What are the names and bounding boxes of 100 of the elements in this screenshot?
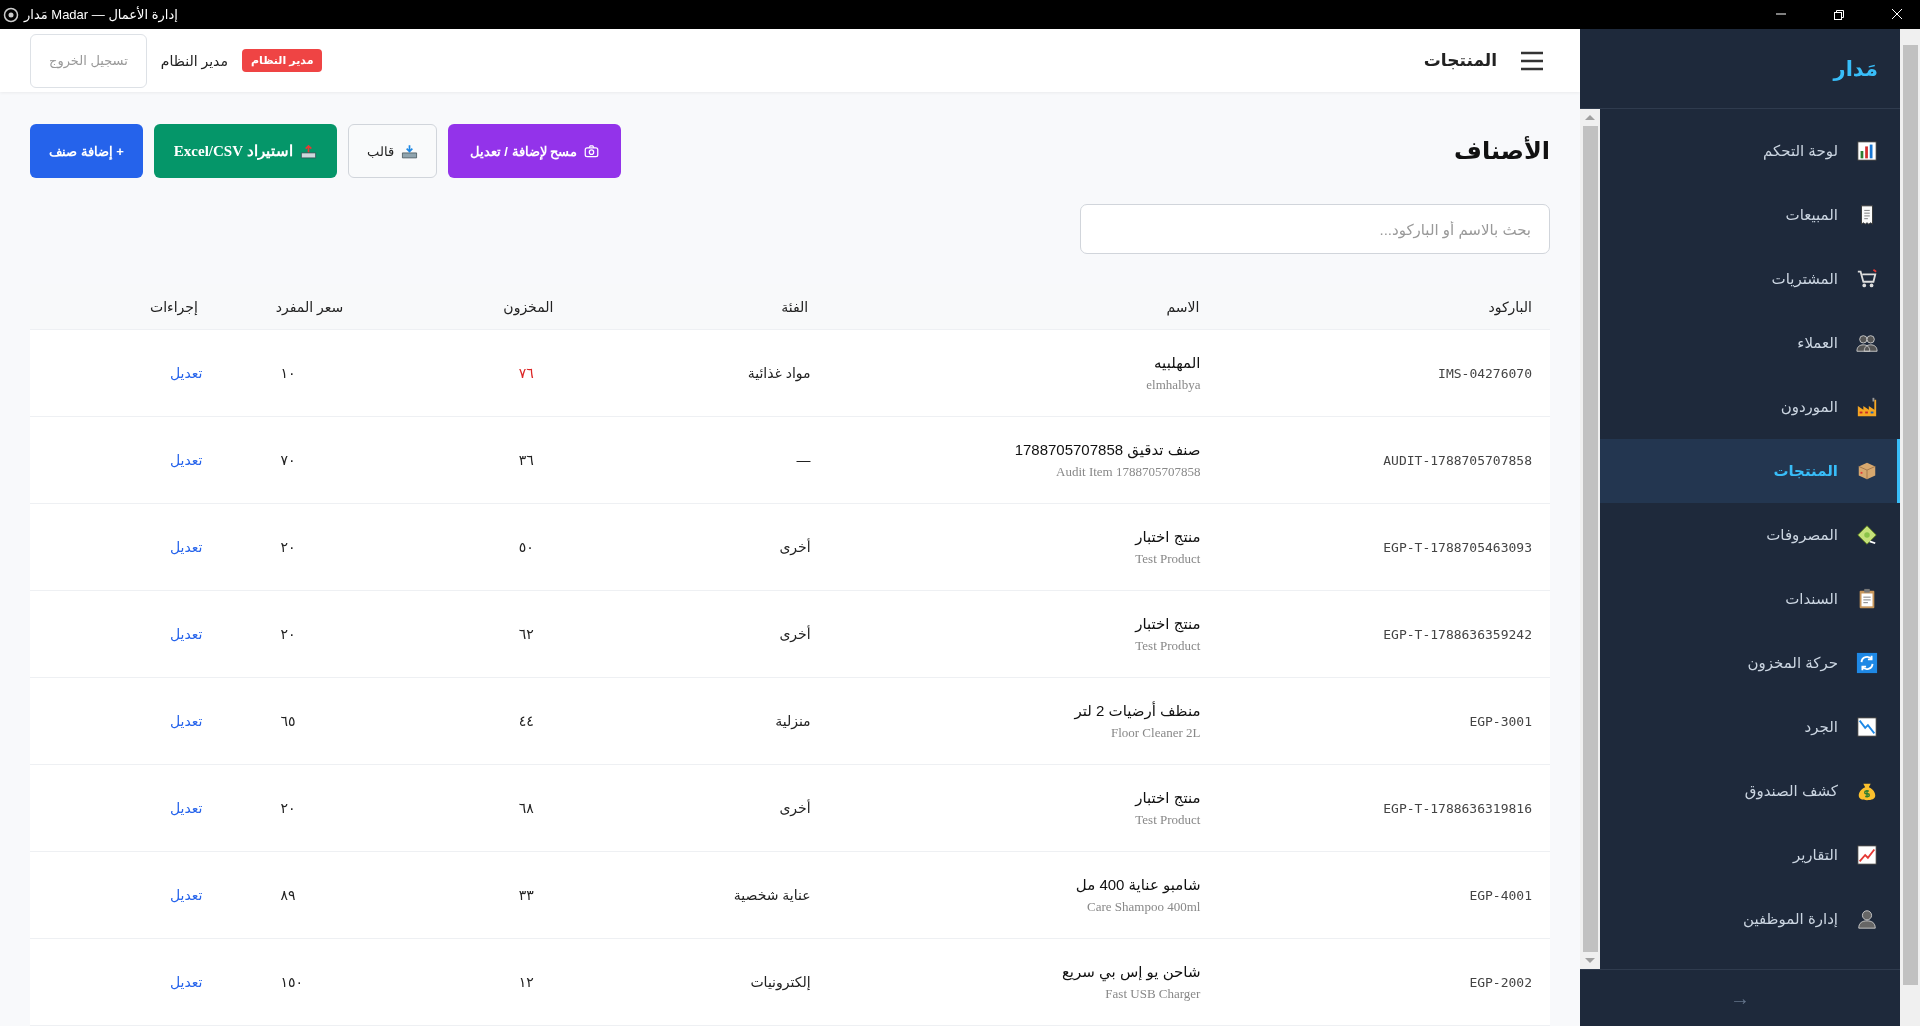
table-cell-text: ٦٥ [279,713,297,729]
table-cell-text: منزلية [774,713,812,729]
logout-button[interactable]: تسجيل الخروج [30,33,147,88]
scroll-up-arrow[interactable] [1585,115,1595,120]
tray-icon [299,142,317,160]
product-latin-name: Test Product [1134,637,1201,654]
template-button[interactable]: قالب [347,124,437,178]
cart-icon [1856,268,1878,290]
product-name: منتج اختبار [1133,614,1201,633]
scrollbar[interactable] [1900,29,1920,1026]
table-cell-text: ٢٠ [279,800,297,816]
table-cell-text: إلكترونيات [749,974,812,990]
window-title: مَدار Madar — إدارة الأعمال [24,7,178,22]
nav-item[interactable]: إدارة الموظفين [1600,887,1900,951]
nav-item[interactable]: المبيعات [1600,183,1900,247]
nav-item[interactable]: المنتجات [1600,439,1900,503]
edit-link[interactable]: تعديل [170,713,203,729]
camera-icon [584,143,600,159]
collapse-arrow[interactable]: → [1730,986,1750,1010]
nav-item[interactable]: العملاء [1600,311,1900,375]
product-name: شامبو عناية 400 مل [1074,875,1201,894]
nav-item[interactable]: الجرد [1600,695,1900,759]
column-header: المخزون [502,298,555,315]
people-icon [1856,332,1878,354]
bar-chart-icon [1856,140,1878,162]
user-name: مدير النظام [160,52,228,69]
menu-icon [1519,49,1545,72]
stock-value: ٦٢ [518,626,534,642]
nav-item[interactable]: السندات [1600,567,1900,631]
scan-button[interactable]: مسح لإضافة / تعديل [447,124,622,178]
page-title: المنتجات [1423,50,1497,71]
section-title: الأصناف [1454,137,1550,165]
app-icon [3,6,19,23]
product-name: منتج اختبار [1133,788,1201,807]
product-name: صنف تدقيق 1788705707858 [1013,440,1201,459]
nav-item[interactable]: لوحة التحكم [1600,119,1900,183]
edit-link[interactable]: تعديل [170,539,203,555]
table-cell-text: عناية شخصية [732,887,812,903]
role-badge: مدير النظام [241,49,323,72]
table-cell-text: — [795,452,812,468]
product-latin-name: Audit Item 1788705707858 [1055,463,1201,480]
scrollbar-thumb[interactable] [1902,45,1918,985]
table-cell-text: EGP-3001 [1468,713,1533,729]
person-icon [1856,908,1878,930]
stock-value: ٧٦ [518,365,534,381]
table-cell-text: أخرى [778,800,812,816]
app-logo: مَدار [1833,56,1878,81]
column-header: الاسم [1165,298,1201,315]
restore-icon [1833,9,1845,20]
nav-item[interactable]: المشتريات [1600,247,1900,311]
column-header: الباركود [1487,298,1533,315]
product-latin-name: Test Product [1134,550,1201,567]
nav-item[interactable]: التقارير [1600,823,1900,887]
stock-value: ٣٦ [518,452,534,468]
box-icon [1856,460,1878,482]
stock-value: ٤٤ [518,713,534,729]
nav-item[interactable]: المصروفات [1600,503,1900,567]
edit-link[interactable]: تعديل [170,452,203,468]
edit-link[interactable]: تعديل [170,887,203,903]
scrollbar[interactable] [1580,109,1600,969]
chart-up-icon [1856,844,1878,866]
product-latin-name: Test Product [1134,811,1201,828]
edit-link[interactable]: تعديل [170,800,203,816]
table-cell-text: ٧٠ [279,452,297,468]
tray-icon [400,142,418,160]
table-cell-text: AUDIT-1788705707858 [1382,452,1533,468]
edit-link[interactable]: تعديل [170,626,203,642]
product-latin-name: Fast USB Charger [1104,985,1201,1002]
stock-value: ٣٣ [518,887,534,903]
scrollbar-thumb[interactable] [1582,126,1598,952]
column-header: سعر المفرد [274,298,345,315]
table-cell-text: EGP-T-1788636359242 [1382,626,1533,642]
table-cell-text: EGP-T-1788636319816 [1382,800,1533,816]
table-cell-text: EGP-2002 [1468,974,1533,990]
edit-link[interactable]: تعديل [170,974,203,990]
chart-down-icon [1856,716,1878,738]
nav-item[interactable]: الموردون [1600,375,1900,439]
product-name: المهلبيه [1153,353,1201,372]
import-button[interactable]: استيراد Excel/CSV [153,124,337,178]
table-cell-text: EGP-4001 [1468,887,1533,903]
table-cell-text: ٢٠ [279,539,297,555]
product-name: منتج اختبار [1133,527,1201,546]
product-name: منظف أرضيات 2 لتر [1073,701,1201,720]
nav-item[interactable]: حركة المخزون [1600,631,1900,695]
table-cell-text: ١٠ [279,365,297,381]
table-cell-text: ١٥٠ [279,974,305,990]
table-cell-text: EGP-T-1788705463093 [1382,539,1533,555]
table-cell-text: ٨٩ [279,887,297,903]
scroll-down-arrow[interactable] [1585,958,1595,963]
nav-item[interactable]: كشف الصندوق [1600,759,1900,823]
table-cell-text: ٢٠ [279,626,297,642]
money-icon [1856,524,1878,546]
factory-icon [1856,396,1878,418]
edit-link[interactable]: تعديل [170,365,203,381]
stock-value: ٦٨ [518,800,534,816]
table-cell-text: أخرى [778,626,812,642]
add-button[interactable]: + إضافة صنف [30,124,143,178]
product-name: شاحن يو إس بي سريع [1060,962,1201,981]
close-icon [1891,9,1903,20]
refresh-icon [1856,652,1878,674]
